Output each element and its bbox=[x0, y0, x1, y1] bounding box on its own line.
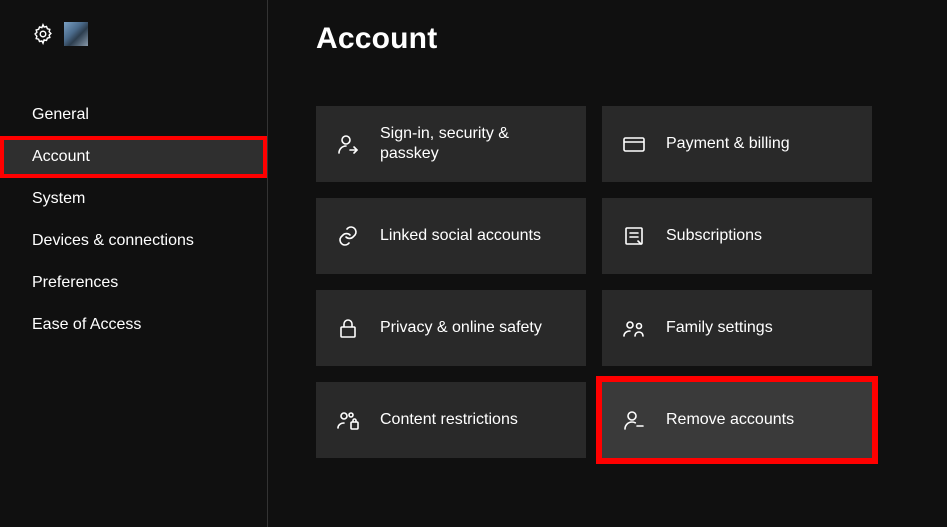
sidebar-item-account[interactable]: Account bbox=[0, 136, 267, 178]
sidebar-item-label: System bbox=[32, 190, 85, 208]
tile-content-restrictions[interactable]: Content restrictions bbox=[316, 382, 586, 458]
sidebar-header bbox=[0, 22, 267, 46]
tile-subscriptions[interactable]: Subscriptions bbox=[602, 198, 872, 274]
lock-icon bbox=[336, 316, 360, 340]
sidebar-item-preferences[interactable]: Preferences bbox=[0, 262, 267, 304]
person-arrow-icon bbox=[336, 132, 360, 156]
person-remove-icon bbox=[622, 408, 646, 432]
credit-card-icon bbox=[622, 132, 646, 156]
sidebar: General Account System Devices & connect… bbox=[0, 0, 268, 527]
tile-family-settings[interactable]: Family settings bbox=[602, 290, 872, 366]
tile-label: Content restrictions bbox=[380, 410, 518, 430]
tile-label: Family settings bbox=[666, 318, 773, 338]
sidebar-item-general[interactable]: General bbox=[0, 94, 267, 136]
sidebar-item-label: Ease of Access bbox=[32, 316, 141, 334]
page-title: Account bbox=[316, 22, 947, 56]
tile-label: Privacy & online safety bbox=[380, 318, 542, 338]
gear-icon[interactable] bbox=[32, 23, 54, 45]
tile-label: Payment & billing bbox=[666, 134, 790, 154]
main-content: Account Sign-in, security & passkey P bbox=[268, 0, 947, 527]
people-lock-icon bbox=[336, 408, 360, 432]
tile-label: Linked social accounts bbox=[380, 226, 541, 246]
sidebar-item-system[interactable]: System bbox=[0, 178, 267, 220]
tile-label: Subscriptions bbox=[666, 226, 762, 246]
tile-sign-in-security[interactable]: Sign-in, security & passkey bbox=[316, 106, 586, 182]
receipt-icon bbox=[622, 224, 646, 248]
tile-linked-social[interactable]: Linked social accounts bbox=[316, 198, 586, 274]
sidebar-item-label: Account bbox=[32, 148, 90, 166]
avatar[interactable] bbox=[64, 22, 88, 46]
tile-label: Remove accounts bbox=[666, 410, 794, 430]
sidebar-nav: General Account System Devices & connect… bbox=[0, 94, 267, 346]
tile-privacy-safety[interactable]: Privacy & online safety bbox=[316, 290, 586, 366]
tile-remove-accounts[interactable]: Remove accounts bbox=[602, 382, 872, 458]
tile-payment-billing[interactable]: Payment & billing bbox=[602, 106, 872, 182]
people-icon bbox=[622, 316, 646, 340]
tile-label: Sign-in, security & passkey bbox=[380, 124, 572, 164]
sidebar-item-label: Devices & connections bbox=[32, 232, 194, 250]
sidebar-item-ease-of-access[interactable]: Ease of Access bbox=[0, 304, 267, 346]
settings-tiles: Sign-in, security & passkey Payment & bi… bbox=[316, 106, 947, 458]
link-icon bbox=[336, 224, 360, 248]
sidebar-item-label: Preferences bbox=[32, 274, 118, 292]
sidebar-item-devices[interactable]: Devices & connections bbox=[0, 220, 267, 262]
sidebar-item-label: General bbox=[32, 106, 89, 124]
